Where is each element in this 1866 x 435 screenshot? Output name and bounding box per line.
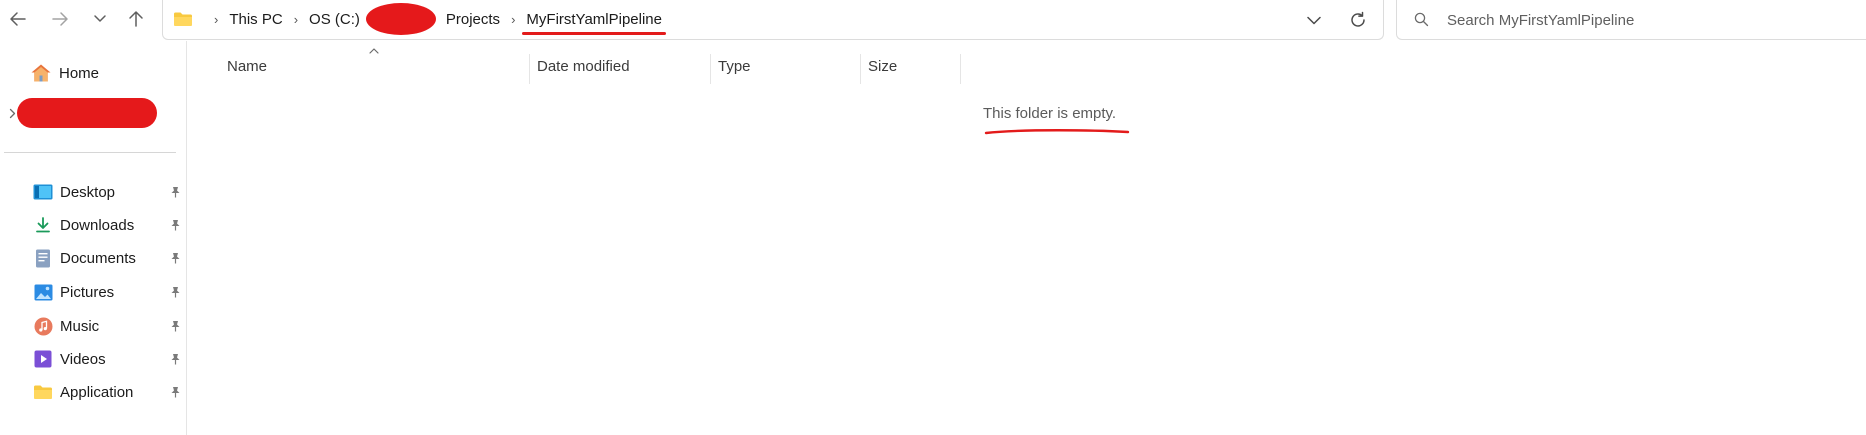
sidebar-item-application[interactable]: Application [32,377,182,407]
video-icon [32,349,54,369]
download-icon [32,215,54,235]
top-bar: › This PC › OS (C:) Projects › MyFirstYa… [0,0,1866,41]
arrow-up-icon [129,11,143,27]
forward-button[interactable] [45,6,75,32]
sidebar-item-label: Desktop [60,183,116,201]
pin-icon[interactable] [168,186,182,198]
address-bar[interactable]: › This PC › OS (C:) Projects › MyFirstYa… [162,0,1384,40]
sidebar-item-label: Application [60,383,134,401]
sidebar-item-home[interactable]: Home [30,61,99,85]
sidebar-item-label: Documents [60,249,136,267]
address-dropdown-button[interactable] [1301,8,1327,32]
chevron-down-icon [1307,16,1321,24]
chevron-right-icon: › [293,11,299,27]
music-icon [32,316,54,336]
sidebar-item-music[interactable]: Music [32,311,182,341]
pin-icon[interactable] [168,252,182,264]
sidebar-item-desktop[interactable]: Desktop [32,177,182,207]
refresh-icon [1351,11,1365,27]
chevron-down-icon [94,15,106,22]
chevron-right-icon: › [511,11,516,27]
crumb-current-folder[interactable]: MyFirstYamlPipeline [522,11,666,35]
column-header-date-modified[interactable]: Date modified [530,51,710,81]
sidebar-item-label: Downloads [60,216,135,234]
sidebar-item-pictures[interactable]: Pictures [32,277,182,307]
crumb-this-pc[interactable]: This PC [229,11,282,28]
document-icon [32,248,54,268]
sidebar-item-label: Home [59,64,100,82]
sidebar-item-label: Videos [60,350,106,368]
column-header-name[interactable]: Name [220,51,520,81]
search-input[interactable] [1447,8,1847,32]
sidebar-item-documents[interactable]: Documents [32,243,182,273]
folder-icon [173,11,193,27]
column-divider[interactable] [960,54,961,84]
column-header-type[interactable]: Type [711,51,860,81]
pictures-icon [32,282,54,302]
arrow-right-icon [52,12,68,26]
sidebar-item-label: Pictures [60,283,115,301]
pin-icon[interactable] [168,219,182,231]
home-icon [30,63,52,83]
pin-icon[interactable] [168,353,182,365]
redaction-mark [17,98,157,128]
chevron-right-icon: › [214,11,219,27]
sidebar-item-downloads[interactable]: Downloads [32,210,182,240]
refresh-button[interactable] [1345,7,1371,33]
sidebar-divider [4,152,176,153]
empty-folder-message: This folder is empty. [983,105,1117,122]
annotation-underline [984,129,1130,135]
crumb-os-c[interactable]: OS (C:) [309,11,360,28]
arrow-left-icon [10,12,26,26]
pin-icon[interactable] [168,386,182,398]
search-icon [1414,12,1429,27]
empty-state: This folder is empty. [983,105,1130,135]
desktop-icon [32,182,54,202]
sidebar-item-label: Music [60,317,100,335]
back-button[interactable] [3,6,33,32]
pin-icon[interactable] [168,286,182,298]
file-list-pane: Name Date modified Type Size This folder… [188,41,1866,435]
recent-locations-button[interactable] [85,6,115,32]
sidebar-item-videos[interactable]: Videos [32,344,182,374]
redaction-mark [365,3,436,35]
up-button[interactable] [121,6,151,32]
pin-icon[interactable] [168,320,182,332]
breadcrumb: › This PC › OS (C:) Projects › MyFirstYa… [173,0,666,38]
column-headers: Name Date modified Type Size [188,41,988,85]
column-header-size[interactable]: Size [861,51,961,81]
folder-icon [32,382,54,402]
navigation-pane: Home Desktop Downloads Documents Picture… [0,41,187,435]
expand-chevron-icon[interactable] [7,106,17,120]
crumb-projects[interactable]: Projects [446,11,500,28]
search-box [1396,0,1866,40]
